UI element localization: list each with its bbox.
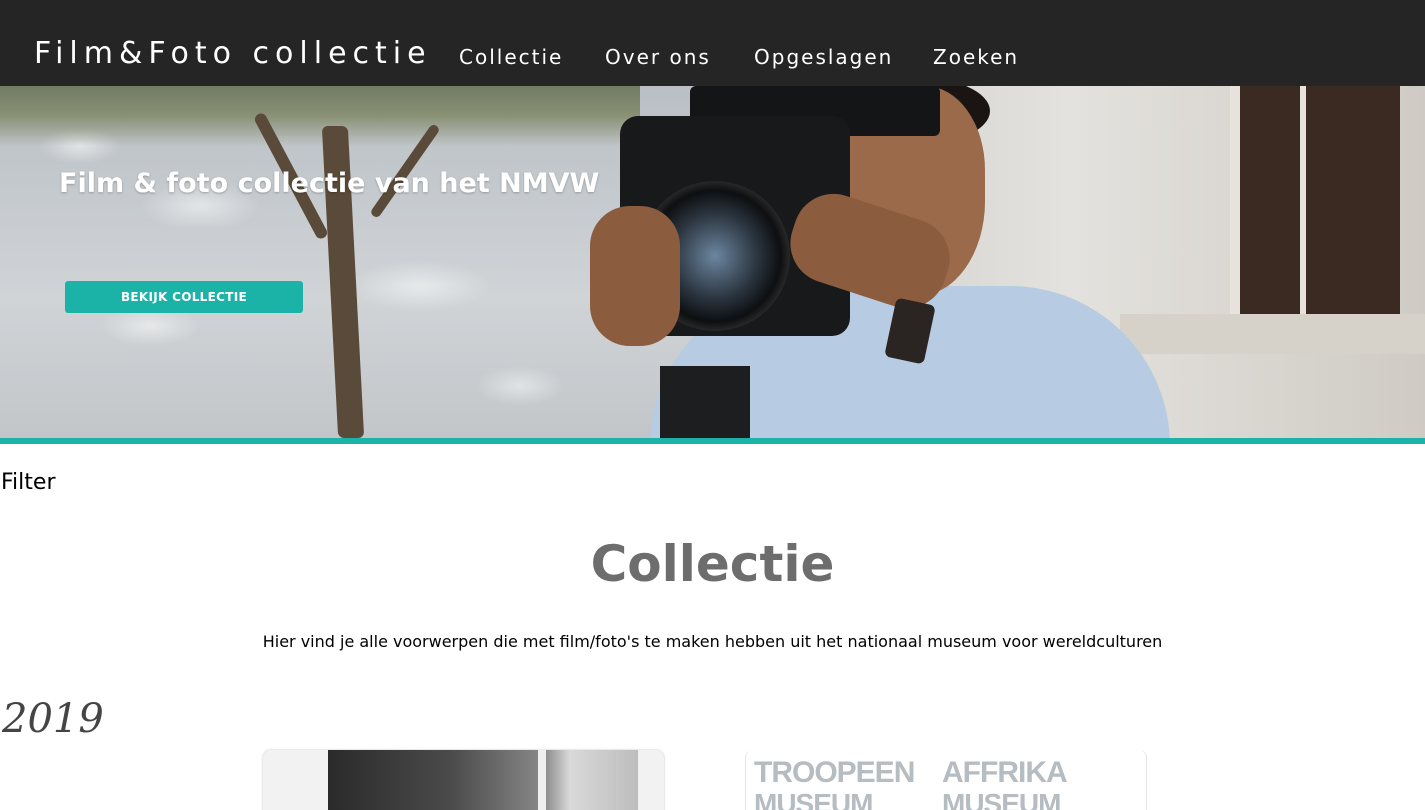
tropenmuseum-logo-sub: MUSEUM: [754, 788, 873, 810]
hero-tree-foliage: [0, 86, 640, 146]
year-heading: 2019: [2, 696, 104, 742]
page-title: Collectie: [590, 535, 835, 593]
black-and-white-photo: [328, 750, 638, 810]
afrikamuseum-logo-sub: MUSEUM: [942, 788, 1061, 810]
nav-link-over-ons[interactable]: Over ons: [605, 44, 711, 70]
camera-mount: [660, 366, 750, 438]
site-brand[interactable]: Film&Foto collectie: [34, 34, 432, 74]
collection-card[interactable]: [263, 750, 664, 810]
bekijk-collectie-button[interactable]: BEKIJK COLLECTIE: [65, 281, 303, 313]
tropenmuseum-logo: TROOPEEN: [754, 756, 915, 789]
hero-ledge: [1120, 314, 1425, 354]
nav-link-zoeken[interactable]: Zoeken: [933, 44, 1019, 70]
cameraman-hand-left: [590, 206, 680, 346]
filter-toggle[interactable]: Filter: [1, 469, 55, 497]
hero-window: [1230, 86, 1400, 316]
nav-link-opgeslagen[interactable]: Opgeslagen: [754, 44, 893, 70]
nav-link-collectie[interactable]: Collectie: [459, 44, 563, 70]
cameraman-photo: [590, 86, 1170, 438]
hero-banner: Film & foto collectie van het NMVW BEKIJ…: [0, 86, 1425, 438]
top-navigation: Film&Foto collectie Collectie Over ons O…: [0, 0, 1425, 86]
collection-intro: Hier vind je alle voorwerpen die met fil…: [262, 632, 1163, 651]
hero-title: Film & foto collectie van het NMVW: [59, 168, 600, 199]
collection-card[interactable]: TROOPEEN MUSEUM AFFRIKA MUSEUM: [745, 750, 1147, 810]
afrikamuseum-logo: AFFRIKA: [942, 756, 1068, 789]
hero-accent-border: [0, 438, 1425, 444]
